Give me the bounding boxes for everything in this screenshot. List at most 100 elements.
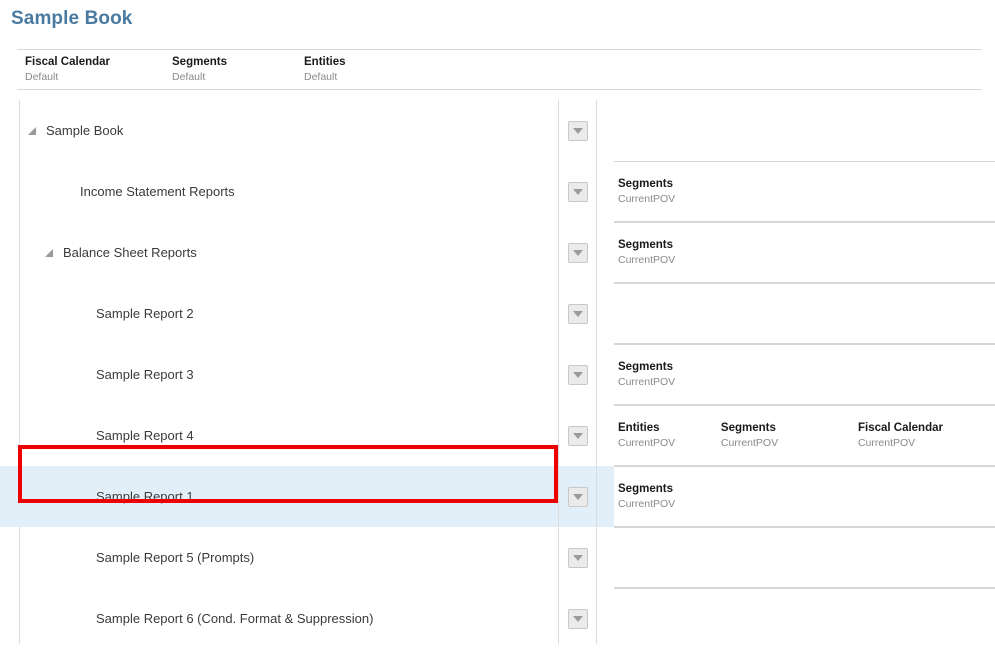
- chevron-down-icon[interactable]: [568, 487, 588, 507]
- chevron-down-icon[interactable]: [568, 365, 588, 385]
- book-pov-dimension-name: Fiscal Calendar: [25, 55, 164, 69]
- tree-row[interactable]: Balance Sheet Reports: [0, 222, 558, 283]
- triangle-down-left-icon[interactable]: [45, 248, 55, 258]
- row-pov-cell: [597, 100, 995, 161]
- book-pov-dimension[interactable]: EntitiesDefault: [296, 55, 464, 84]
- tree-row[interactable]: Sample Book: [0, 100, 558, 161]
- tree-spacer: [78, 492, 88, 502]
- book-pov-dimension-value[interactable]: Default: [304, 70, 464, 84]
- row-pov-dimension-name: Segments: [618, 177, 746, 191]
- row-pov-dimension-value[interactable]: CurrentPOV: [618, 436, 711, 450]
- row-actions-cell: [559, 222, 596, 283]
- row-pov-dimension-value[interactable]: CurrentPOV: [618, 192, 746, 206]
- row-pov-dimension-name: Entities: [618, 421, 711, 435]
- tree-row-label[interactable]: Sample Report 5 (Prompts): [88, 550, 254, 565]
- book-pov-dimension[interactable]: Fiscal CalendarDefault: [17, 55, 164, 84]
- row-pov-card: [614, 283, 995, 344]
- tree-spacer: [78, 370, 88, 380]
- row-pov-dimension-name: Segments: [618, 360, 746, 374]
- tree-row-content: Sample Report 5 (Prompts): [0, 550, 558, 565]
- row-pov-dimension-name: Segments: [721, 421, 848, 435]
- book-pov-dimension-name: Segments: [172, 55, 296, 69]
- chevron-down-icon[interactable]: [568, 609, 588, 629]
- row-pov-dimension[interactable]: SegmentsCurrentPOV: [618, 177, 756, 206]
- book-pov-dimension[interactable]: SegmentsDefault: [164, 55, 296, 84]
- row-pov-dimension-name: Fiscal Calendar: [858, 421, 985, 435]
- row-pov-dimension-value[interactable]: CurrentPOV: [858, 436, 985, 450]
- row-pov-cell: [597, 283, 995, 344]
- chevron-down-icon[interactable]: [568, 121, 588, 141]
- row-pov-cell: SegmentsCurrentPOV: [597, 466, 995, 527]
- row-pov-cell: SegmentsCurrentPOV: [597, 344, 995, 405]
- tree-row-content: Balance Sheet Reports: [0, 245, 558, 260]
- row-actions-cell: [559, 588, 596, 649]
- tree-spacer: [78, 309, 88, 319]
- tree-row[interactable]: Income Statement Reports: [0, 161, 558, 222]
- tree-row-content: Income Statement Reports: [0, 184, 558, 199]
- tree-row-label[interactable]: Sample Report 6 (Cond. Format & Suppress…: [88, 611, 373, 626]
- row-actions-cell: [559, 161, 596, 222]
- tree-row[interactable]: Sample Report 4: [0, 405, 558, 466]
- row-pov-dimension-name: Segments: [618, 238, 746, 252]
- tree-row[interactable]: Sample Report 2: [0, 283, 558, 344]
- row-pov-card: SegmentsCurrentPOV: [614, 344, 995, 405]
- row-pov-cell: SegmentsCurrentPOV: [597, 222, 995, 283]
- row-pov-card: SegmentsCurrentPOV: [614, 161, 995, 222]
- row-pov-card: SegmentsCurrentPOV: [614, 466, 995, 527]
- book-tree-pane: Sample Book Income Statement Reports Balan…: [0, 100, 558, 644]
- row-pov-dimension[interactable]: SegmentsCurrentPOV: [721, 421, 858, 450]
- row-pov-dimension-value[interactable]: CurrentPOV: [618, 497, 746, 511]
- tree-row-label[interactable]: Balance Sheet Reports: [55, 245, 197, 260]
- row-pov-card: [614, 588, 995, 644]
- tree-row-label[interactable]: Sample Report 1: [88, 489, 194, 504]
- tree-row-content: Sample Report 4: [0, 428, 558, 443]
- tree-row[interactable]: Sample Report 1: [0, 466, 558, 527]
- book-pov-dimension-value[interactable]: Default: [172, 70, 296, 84]
- row-pov-dimension[interactable]: SegmentsCurrentPOV: [618, 238, 756, 267]
- tree-row-content: Sample Report 6 (Cond. Format & Suppress…: [0, 611, 558, 626]
- tree-row-label[interactable]: Sample Report 3: [88, 367, 194, 382]
- tree-row-content: Sample Report 1: [0, 489, 558, 504]
- row-pov-dimension-name: Segments: [618, 482, 746, 496]
- row-pov-dimension-value[interactable]: CurrentPOV: [618, 375, 746, 389]
- row-pov-cell: EntitiesCurrentPOVSegmentsCurrentPOVFisc…: [597, 405, 995, 466]
- row-pov-dimension[interactable]: EntitiesCurrentPOV: [618, 421, 721, 450]
- tree-spacer: [78, 614, 88, 624]
- row-pov-card: EntitiesCurrentPOVSegmentsCurrentPOVFisc…: [614, 405, 995, 466]
- tree-row[interactable]: Sample Report 6 (Cond. Format & Suppress…: [0, 588, 558, 649]
- tree-row-content: Sample Book: [0, 123, 558, 138]
- row-actions-cell: [559, 283, 596, 344]
- tree-spacer: [62, 187, 72, 197]
- row-pov-cell: [597, 527, 995, 588]
- book-pov-bar: Fiscal CalendarDefaultSegmentsDefaultEnt…: [17, 49, 982, 90]
- tree-row-label[interactable]: Income Statement Reports: [72, 184, 235, 199]
- row-pov-card: SegmentsCurrentPOV: [614, 222, 995, 283]
- row-pov-card: [614, 100, 995, 161]
- tree-row[interactable]: Sample Report 3: [0, 344, 558, 405]
- chevron-down-icon[interactable]: [568, 548, 588, 568]
- chevron-down-icon[interactable]: [568, 426, 588, 446]
- page-title: Sample Book: [0, 0, 995, 32]
- tree-row-content: Sample Report 3: [0, 367, 558, 382]
- row-actions-cell: [559, 405, 596, 466]
- book-pov-dimension-value[interactable]: Default: [25, 70, 164, 84]
- row-pov-card: [614, 527, 995, 588]
- triangle-down-left-icon[interactable]: [28, 126, 38, 136]
- row-actions-cell: [559, 100, 596, 161]
- tree-spacer: [78, 431, 88, 441]
- chevron-down-icon[interactable]: [568, 182, 588, 202]
- row-pov-dimension[interactable]: SegmentsCurrentPOV: [618, 360, 756, 389]
- book-pov-dimension-name: Entities: [304, 55, 464, 69]
- tree-row-label[interactable]: Sample Report 4: [88, 428, 194, 443]
- row-pov-cell: [597, 588, 995, 644]
- tree-row[interactable]: Sample Report 5 (Prompts): [0, 527, 558, 588]
- tree-row-label[interactable]: Sample Report 2: [88, 306, 194, 321]
- chevron-down-icon[interactable]: [568, 304, 588, 324]
- chevron-down-icon[interactable]: [568, 243, 588, 263]
- row-pov-dimension[interactable]: Fiscal CalendarCurrentPOV: [858, 421, 995, 450]
- row-actions-cell: [559, 527, 596, 588]
- row-pov-dimension-value[interactable]: CurrentPOV: [721, 436, 848, 450]
- tree-row-label[interactable]: Sample Book: [38, 123, 123, 138]
- row-pov-dimension[interactable]: SegmentsCurrentPOV: [618, 482, 756, 511]
- row-pov-dimension-value[interactable]: CurrentPOV: [618, 253, 746, 267]
